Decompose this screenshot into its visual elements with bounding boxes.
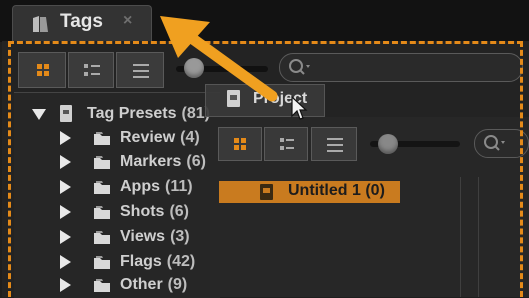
tags-icon (30, 14, 50, 34)
tab-title: Tags (60, 11, 103, 32)
close-icon[interactable]: × (123, 12, 132, 30)
cursor-icon (290, 96, 308, 122)
arrow-annotation-icon (150, 8, 290, 108)
